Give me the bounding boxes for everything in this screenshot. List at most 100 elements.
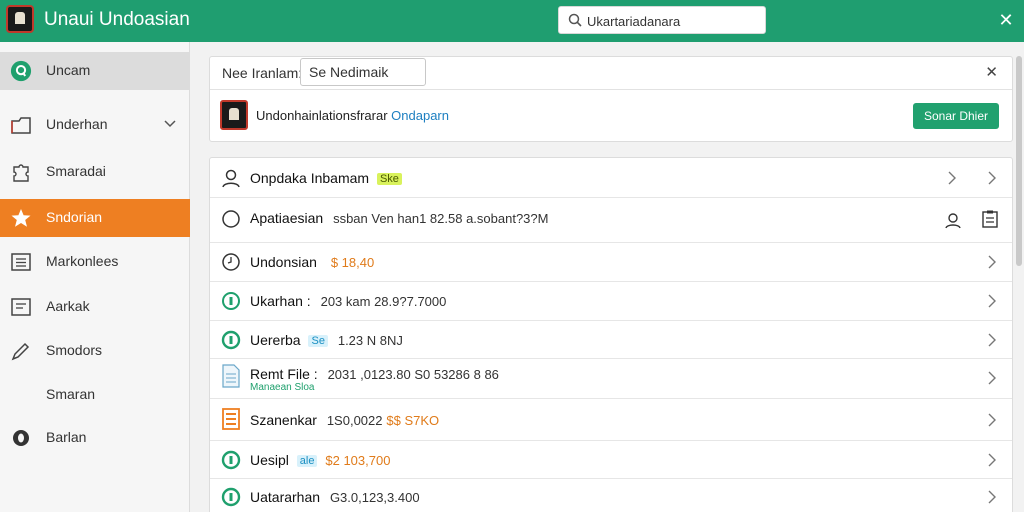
filter-input[interactable] (300, 58, 426, 86)
green-coin-icon (220, 290, 242, 312)
list-item[interactable]: Remt File : 2031 ,0123.80 S0 53286 8 86 … (210, 359, 1012, 399)
app-badge-icon (10, 60, 32, 82)
clipboard-icon[interactable] (982, 210, 998, 228)
primary-action-button[interactable]: Sonar Dhier (913, 103, 999, 129)
row-meta: ssban Ven han1 82.58 a.sobant?3?M (333, 211, 549, 226)
organization-name: Undonhainlationsfrarar Ondaparn (256, 108, 449, 123)
user-icon (220, 167, 242, 189)
list-item[interactable]: Ukarhan : 203 kam 28.9?7.7000 (210, 282, 1012, 321)
file-icon (220, 364, 242, 388)
user-icon[interactable] (944, 211, 962, 229)
row-meta: 1S0,0022 (326, 413, 383, 428)
scrollbar[interactable] (1016, 56, 1022, 266)
list-item[interactable]: Uererba Se 1.23 N 8NJ (210, 321, 1012, 359)
row-title-text: Uesipl (250, 452, 289, 468)
list-item[interactable]: Szanenkar 1S0,0022 $$ S7KO (210, 399, 1012, 441)
status-badge: Ske (376, 173, 402, 185)
sidebar-item-underhan[interactable]: Underhan (0, 106, 190, 144)
sidebar-item-label: Sndorian (46, 209, 103, 225)
organization-name-main: Undonhainlationsfrarar (256, 108, 388, 123)
chevron-right-icon[interactable] (986, 294, 998, 308)
row-title-text: Szanenkar (250, 412, 317, 428)
sidebar: Uncam Underhan Smaradai Sndorian Markonl… (0, 42, 190, 512)
top-bar: Unaui Undoasian ✕ (0, 0, 1024, 42)
row-title-text: Onpdaka Inbamam (250, 170, 370, 186)
row-title-text: Undonsian (250, 254, 317, 270)
row-meta: 1.23 N 8NJ (337, 333, 403, 348)
list-item[interactable]: Uatararhan G3.0,123,3.400 (210, 479, 1012, 512)
chevron-right-icon[interactable] (986, 255, 998, 269)
record-icon (10, 427, 32, 449)
puzzle-icon (10, 161, 32, 183)
clock-icon (220, 251, 242, 273)
chevron-right-icon[interactable] (986, 490, 998, 504)
sidebar-item-label: Underhan (46, 116, 108, 132)
sidebar-item-uncam[interactable]: Uncam (0, 52, 190, 90)
sidebar-item-label: Markonlees (46, 253, 119, 269)
list-item-title: Apatiaesian ssban Ven han1 82.58 a.soban… (250, 210, 548, 226)
list-item[interactable]: Apatiaesian ssban Ven han1 82.58 a.soban… (210, 198, 1012, 243)
row-meta: G3.0,123,3.400 (329, 490, 420, 505)
sidebar-item-aarkak[interactable]: Aarkak (0, 288, 190, 326)
app-logo (6, 5, 34, 33)
sidebar-item-label: Smodors (46, 342, 103, 358)
row-amount: $2 103,700 (325, 453, 391, 468)
chevron-right-icon[interactable] (986, 413, 998, 427)
sidebar-item-sndorian[interactable]: Sndorian (0, 199, 190, 237)
sidebar-item-label: Smaradai (46, 163, 106, 179)
pen-icon (10, 340, 32, 362)
filter-panel: Nee Iranlam: ✕ Undonhainlationsfrarar On… (209, 56, 1013, 142)
sidebar-item-barlan[interactable]: Barlan (0, 419, 190, 457)
sidebar-item-markonlees[interactable]: Markonlees (0, 243, 190, 281)
organization-logo (220, 100, 248, 130)
row-amount: $ 18,40 (330, 255, 375, 270)
search-box[interactable] (558, 6, 766, 34)
circle-icon (220, 208, 242, 230)
list-item[interactable]: Uesipl ale $2 103,700 (210, 441, 1012, 479)
chevron-down-icon (164, 120, 176, 128)
green-coin-icon (220, 486, 242, 508)
list-icon (10, 251, 32, 273)
search-input[interactable] (587, 11, 759, 31)
list-item-title: Uesipl ale $2 103,700 (250, 452, 390, 468)
green-coin-icon (220, 449, 242, 471)
list-item[interactable]: Onpdaka Inbamam Ske (210, 158, 1012, 198)
close-icon[interactable]: ✕ (985, 63, 998, 81)
list-item-title: Uererba Se 1.23 N 8NJ (250, 332, 403, 348)
sidebar-item-label: Aarkak (46, 298, 90, 314)
list-item-title: Remt File : 2031 ,0123.80 S0 53286 8 86 (250, 366, 499, 382)
close-icon[interactable]: ✕ (996, 10, 1016, 30)
divider (210, 89, 1012, 90)
row-title-text: Ukarhan : (250, 293, 311, 309)
row-title-text: Uererba (250, 332, 301, 348)
search-icon (568, 13, 582, 27)
sidebar-item-smaran[interactable]: Smaran (0, 376, 190, 414)
list-item-title: Undonsian $ 18,40 (250, 254, 374, 270)
row-meta: 203 kam 28.9?7.7000 (320, 294, 447, 309)
sidebar-item-smaradai[interactable]: Smaradai (0, 153, 190, 191)
filter-label: Nee Iranlam: (222, 65, 303, 81)
chevron-right-icon[interactable] (986, 333, 998, 347)
orange-doc-icon (220, 408, 242, 430)
list-item[interactable]: Undonsian $ 18,40 (210, 243, 1012, 282)
chevron-right-icon[interactable] (986, 453, 998, 467)
row-amount: $$ S7KO (386, 413, 440, 428)
organization-name-highlight[interactable]: Ondaparn (391, 108, 449, 123)
sidebar-item-label: Uncam (46, 62, 91, 78)
status-badge: ale (296, 455, 318, 467)
row-subtitle: Manaean Sloa (250, 382, 315, 393)
list-item-title: Uatararhan G3.0,123,3.400 (250, 489, 420, 505)
status-badge: Se (308, 335, 328, 347)
chevron-right-icon[interactable] (986, 171, 998, 185)
list-item-title: Szanenkar 1S0,0022 $$ S7KO (250, 412, 439, 428)
chevron-right-icon[interactable] (946, 171, 958, 185)
sidebar-item-smodors[interactable]: Smodors (0, 332, 190, 370)
row-title-text: Apatiaesian (250, 210, 324, 226)
app-title: Unaui Undoasian (44, 9, 190, 30)
star-icon (10, 207, 32, 229)
item-list: Onpdaka Inbamam Ske Apatiaesian ssban Ve… (209, 157, 1013, 512)
chevron-right-icon[interactable] (986, 371, 998, 385)
list-item-title: Onpdaka Inbamam Ske (250, 170, 402, 186)
sidebar-item-label: Smaran (46, 386, 96, 402)
row-meta: 2031 ,0123.80 S0 53286 8 86 (327, 367, 499, 382)
